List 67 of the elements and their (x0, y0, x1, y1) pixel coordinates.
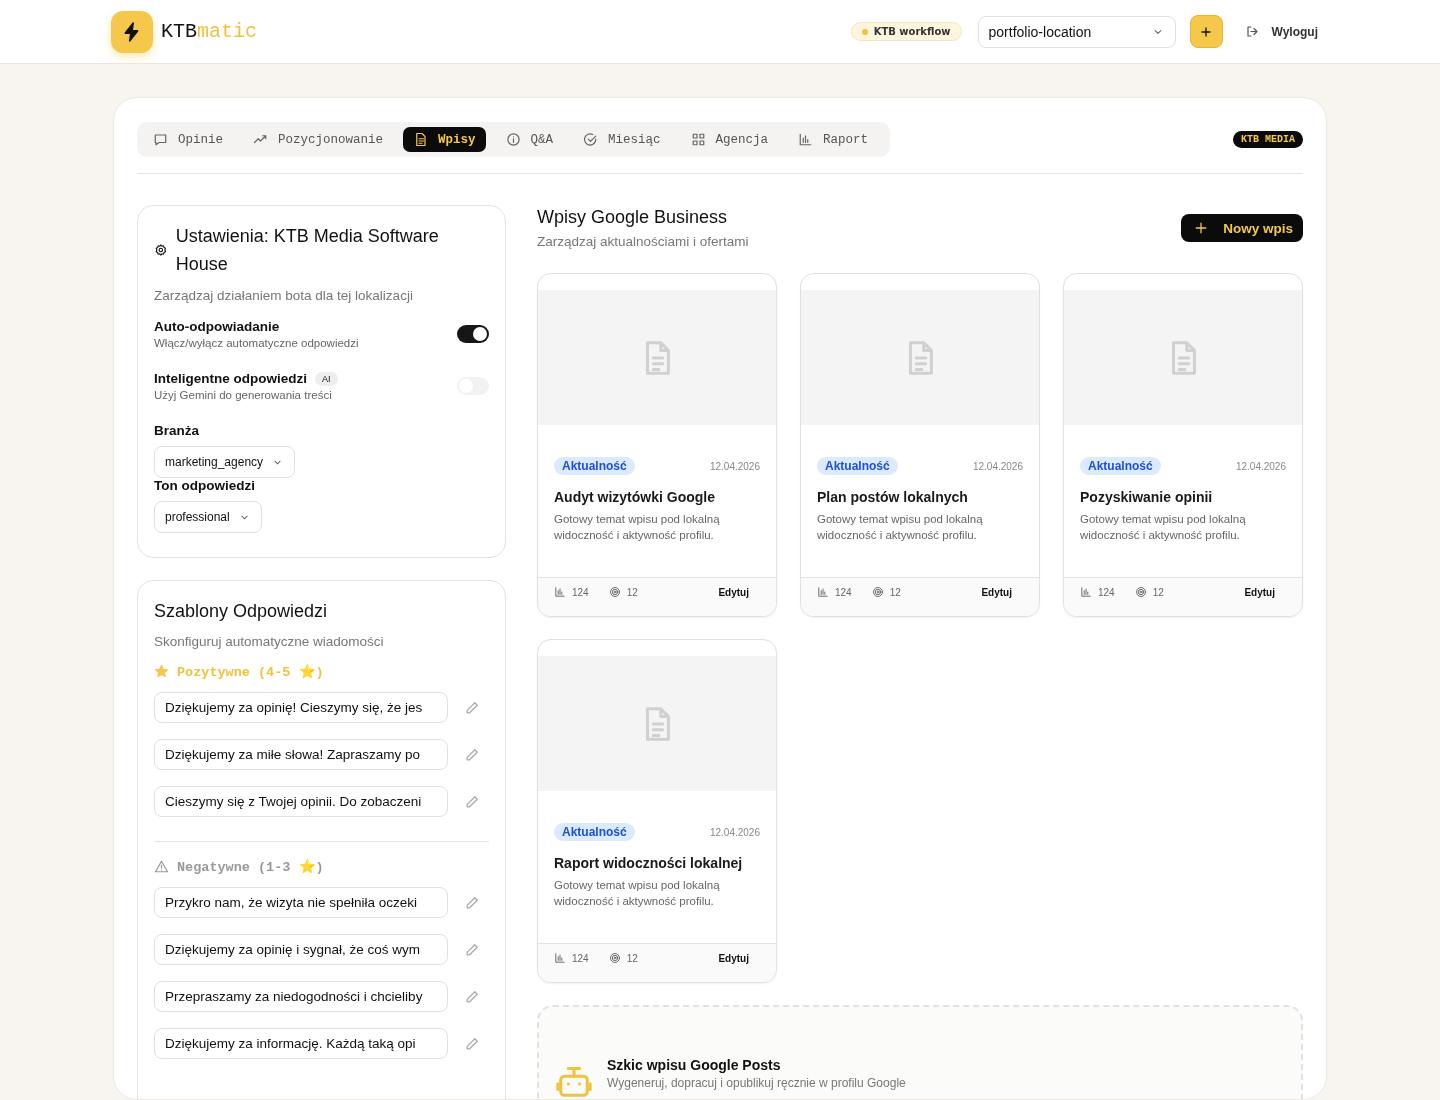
field-label: Ton odpowiedzi (154, 478, 256, 493)
settings-title: Ustawienia: KTB Media Software House (175, 225, 440, 276)
posts-title: Wpisy Google Business (537, 207, 729, 228)
views-count: 124 (572, 586, 589, 598)
nav-tab[interactable]: Wpisy (403, 127, 486, 152)
post-description: Gotowy temat wpisu pod lokalną widoczność i aktywność profilu. (1080, 512, 1247, 543)
clicks-count: 12 (1152, 586, 1164, 598)
nav-tab[interactable]: Q&A (495, 127, 564, 152)
group-heading: Negatywne (1-3 ⭐) (177, 858, 324, 875)
post-description: Gotowy temat wpisu pod lokalną widoczność i aktywność profilu. (554, 512, 721, 543)
settings-subtitle: Zarządzaj działaniem bota dla tej lokalizacji (154, 288, 414, 303)
post-description: Gotowy temat wpisu pod lokalną widoczność i aktywność profilu. (554, 878, 721, 909)
nav-tab[interactable]: Agencja (680, 127, 779, 152)
template-field[interactable]: Dziękujemy za opinię i sygnał, że coś wym (154, 934, 448, 965)
views-count: 124 (572, 952, 589, 964)
nav-tab[interactable]: Miesiąc (573, 127, 671, 152)
template-field[interactable]: Przykro nam, że wizyta nie spełniła oczeki (154, 887, 448, 918)
templates-subtitle: Skonfiguruj automatyczne wiadomości (154, 634, 385, 649)
dropdown-select[interactable]: marketing_agency (154, 446, 296, 478)
clicks-count: 12 (626, 952, 638, 964)
logout-button[interactable]: Wyloguj (1244, 24, 1318, 39)
ai-badge: AI (315, 371, 338, 386)
template-field[interactable]: Dziękujemy za opinię! Cieszymy się, że jes (154, 692, 448, 723)
setting-description: Włącz/wyłącz automatyczne odpowiedzi (154, 337, 359, 349)
template-field[interactable]: Przepraszamy za niedogodności i chcieliby (154, 981, 448, 1012)
edit-link[interactable]: Edytuj (981, 586, 1012, 598)
nav-tab[interactable]: Opinie (143, 127, 233, 152)
post-date: 12.04.2026 (709, 460, 760, 472)
views-count: 124 (835, 586, 852, 598)
post-date: 12.04.2026 (1235, 460, 1286, 472)
nav-tab[interactable]: Pozycjonowanie (243, 127, 394, 152)
field-label: Branża (154, 423, 200, 438)
draft-title: Szkic wpisu Google Posts (607, 1057, 782, 1073)
template-field[interactable]: Cieszymy się z Twojej opinii. Do zobaczeni (154, 786, 448, 817)
post-tag: Aktualność (817, 457, 898, 475)
views-count: 124 (1098, 586, 1115, 598)
new-post-button[interactable]: Nowy wpis (1181, 214, 1303, 242)
post-date: 12.04.2026 (709, 826, 760, 838)
template-field[interactable]: Dziękujemy za miłe słowa! Zapraszamy po (154, 739, 448, 770)
setting-label: Inteligentne odpowiedzi (154, 371, 307, 386)
post-tag: Aktualność (1080, 457, 1161, 475)
post-title: Raport widoczności lokalnej (554, 855, 744, 871)
templates-title: Szablony Odpowiedzi (154, 601, 329, 622)
setting-description: Użyj Gemini do generowania treści (154, 389, 333, 401)
post-tag: Aktualność (554, 457, 635, 475)
post-date: 12.04.2026 (972, 460, 1023, 472)
nav-tab[interactable]: Raport (788, 127, 879, 152)
post-title: Pozyskiwanie opinii (1080, 489, 1214, 505)
group-heading: Pozytywne (4-5 ⭐) (177, 663, 324, 680)
edit-link[interactable]: Edytuj (718, 952, 749, 964)
post-title: Plan postów lokalnych (817, 489, 969, 505)
location-select[interactable]: portfolio-location (977, 15, 1176, 48)
clicks-count: 12 (889, 586, 901, 598)
app-name: KTBmatic (161, 20, 258, 43)
dropdown-select[interactable]: professional (154, 501, 262, 533)
template-field[interactable]: Dziękujemy za informację. Każdą taką opi (154, 1028, 448, 1059)
setting-label: Auto-odpowiadanie (154, 319, 280, 334)
post-tag: Aktualność (554, 823, 635, 841)
edit-link[interactable]: Edytuj (718, 586, 749, 598)
edit-link[interactable]: Edytuj (1244, 586, 1275, 598)
post-title: Audyt wizytówki Google (554, 489, 716, 505)
draft-subtitle: Wygeneruj, dopracuj i opublikuj ręcznie w profilu Google (607, 1076, 906, 1090)
post-description: Gotowy temat wpisu pod lokalną widoczność i aktywność profilu. (817, 512, 984, 543)
brand-badge: KTB MEDIA (1233, 131, 1303, 148)
clicks-count: 12 (626, 586, 638, 598)
workflow-badge: KTB workflow (850, 22, 962, 41)
posts-subtitle: Zarządzaj aktualnościami i ofertami (537, 234, 749, 249)
